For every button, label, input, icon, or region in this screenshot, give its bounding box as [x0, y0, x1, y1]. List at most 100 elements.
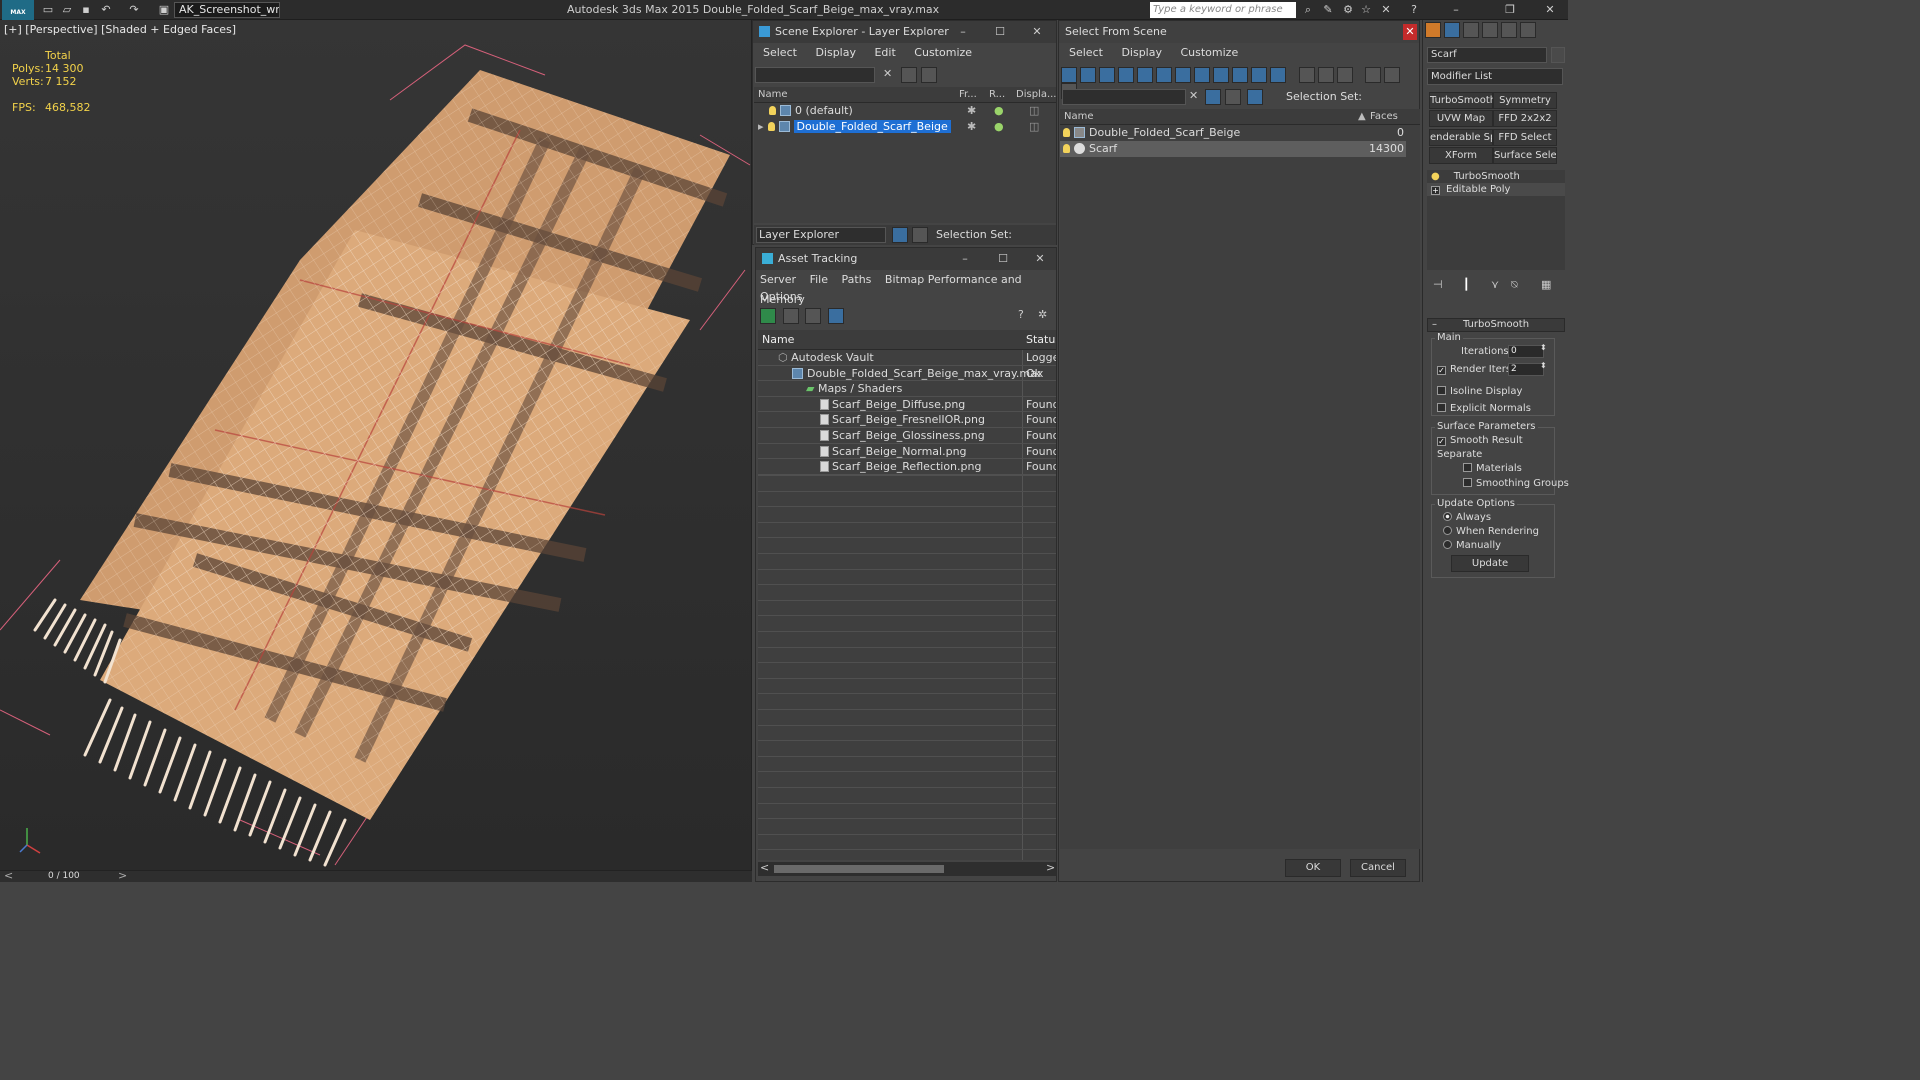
display-tab-icon[interactable]	[1501, 22, 1517, 38]
close-x-icon[interactable]: ✕	[1378, 2, 1394, 18]
always-radio[interactable]	[1443, 512, 1452, 521]
menu-customize[interactable]: Customize	[914, 46, 972, 59]
asset-row-vault[interactable]: ⬡ Autodesk Vault Logged	[758, 350, 1056, 366]
ffd-2x2x2-button[interactable]: FFD 2x2x2	[1493, 110, 1557, 127]
minimize-icon[interactable]: –	[952, 21, 974, 43]
frozen-filter-icon[interactable]	[1251, 67, 1267, 83]
xform-button[interactable]: XForm	[1429, 147, 1493, 164]
manually-radio[interactable]	[1443, 540, 1452, 549]
select-from-scene-titlebar[interactable]: Select From Scene ✕	[1059, 21, 1419, 43]
layer-row-default[interactable]: 0 (default) ✱ ● ◫	[754, 103, 1056, 119]
materials-checkbox[interactable]	[1463, 463, 1472, 472]
modify-tab-icon[interactable]	[1444, 22, 1460, 38]
layer-row-scarf[interactable]: ▸ Double_Folded_Scarf_Beige ✱ ● ◫	[754, 119, 1056, 135]
display-icon[interactable]: ◫	[1029, 119, 1039, 135]
layers-icon[interactable]	[1225, 89, 1241, 105]
visibility-bulb-icon[interactable]	[1063, 144, 1070, 153]
collapse-minus-icon[interactable]: –	[1432, 319, 1437, 331]
freeze-snowflake-icon[interactable]: ✱	[967, 119, 976, 135]
new-file-icon[interactable]: ▭	[40, 2, 56, 18]
minimize-icon[interactable]: –	[954, 248, 976, 270]
close-icon[interactable]: ✕	[1026, 21, 1048, 43]
render-teapot-icon[interactable]: ●	[994, 119, 1004, 135]
hierarchy-icon[interactable]	[1247, 89, 1263, 105]
close-icon[interactable]: ✕	[1029, 248, 1051, 270]
spinner-arrows-icon[interactable]: ⬍	[1540, 343, 1547, 352]
perspective-viewport[interactable]: [+] [Perspective] [Shaded + Edged Faces]…	[0, 20, 752, 870]
xrefs-filter-icon[interactable]	[1194, 67, 1210, 83]
maximize-icon[interactable]: ☐	[989, 21, 1011, 43]
geometry-filter-icon[interactable]	[1061, 67, 1077, 83]
col-faces[interactable]: Faces	[1370, 109, 1398, 125]
groups-filter-icon[interactable]	[1175, 67, 1191, 83]
menu-options[interactable]: Options	[760, 290, 802, 303]
freeze-snowflake-icon[interactable]: ✱	[967, 103, 976, 119]
minimize-icon[interactable]: –	[1448, 2, 1464, 18]
asset-row-maxfile[interactable]: Double_Folded_Scarf_Beige_max_vray.max Ok	[758, 366, 1056, 382]
col-status[interactable]: Status	[1026, 330, 1056, 350]
visibility-bulb-icon[interactable]	[767, 122, 775, 131]
app-logo-icon[interactable]: MAX	[2, 0, 34, 20]
close-icon[interactable]: ✕	[1403, 24, 1417, 40]
menu-file[interactable]: File	[810, 273, 828, 286]
object-color-swatch[interactable]	[1551, 47, 1565, 63]
col-render[interactable]: R...	[989, 87, 1005, 103]
search-input[interactable]: Type a keyword or phrase	[1150, 2, 1296, 18]
menu-display[interactable]: Display	[1121, 46, 1162, 59]
open-file-icon[interactable]: ▱	[59, 2, 75, 18]
col-freeze[interactable]: Fr...	[959, 87, 977, 103]
configure-sets-icon[interactable]: ▦	[1541, 278, 1551, 291]
select-invert-icon[interactable]	[1336, 67, 1353, 83]
close-window-icon[interactable]: ✕	[1542, 2, 1558, 18]
scroll-left-icon[interactable]: <	[760, 861, 769, 874]
when-rendering-radio[interactable]	[1443, 526, 1452, 535]
clear-search-icon[interactable]: ✕	[883, 67, 892, 80]
asset-tracking-titlebar[interactable]: Asset Tracking – ☐ ✕	[756, 248, 1056, 270]
asset-row-diffuse[interactable]: Scarf_Beige_Diffuse.png Found	[758, 397, 1056, 413]
filter-icon[interactable]	[901, 67, 917, 83]
slider-right-arrow-icon[interactable]: >	[118, 869, 127, 882]
spinner-arrows-icon[interactable]: ⬍	[1540, 361, 1547, 370]
settings-icon[interactable]: ✲	[1038, 308, 1047, 321]
col-name[interactable]: Name	[758, 89, 788, 100]
col-name[interactable]: Name	[1064, 111, 1094, 122]
col-name[interactable]: Name	[762, 333, 794, 346]
create-tab-icon[interactable]	[1425, 22, 1441, 38]
thumbnail-view-icon[interactable]	[805, 308, 821, 324]
helpers-filter-icon[interactable]	[1137, 67, 1153, 83]
help-icon[interactable]: ?	[1406, 2, 1422, 18]
menu-paths[interactable]: Paths	[842, 273, 872, 286]
hierarchy-filter-icon[interactable]	[1384, 67, 1400, 83]
horizontal-scrollbar[interactable]: < >	[758, 861, 1056, 876]
layers-mode-icon[interactable]	[892, 227, 908, 243]
layer-tool-icon[interactable]	[921, 67, 937, 83]
modifier-bulb-icon[interactable]: ●	[1431, 171, 1440, 182]
cancel-button[interactable]: Cancel	[1350, 859, 1406, 877]
workspace-dropdown[interactable]: AK_Screenshot_wrksp	[174, 2, 280, 18]
ffd-select-button[interactable]: FFD Select	[1493, 129, 1557, 146]
visibility-bulb-icon[interactable]	[1063, 128, 1070, 137]
tools-icon[interactable]: ✎	[1320, 2, 1336, 18]
object-row-scarf[interactable]: Scarf 14300	[1060, 141, 1406, 157]
menu-select[interactable]: Select	[1069, 46, 1103, 59]
make-unique-icon[interactable]: ⋎	[1491, 278, 1499, 291]
menu-customize[interactable]: Customize	[1180, 46, 1238, 59]
display-icon[interactable]: ◫	[1029, 103, 1039, 119]
clear-find-icon[interactable]: ✕	[1189, 89, 1198, 102]
undo-icon[interactable]: ↶	[98, 2, 114, 18]
help-icon[interactable]: ?	[1018, 308, 1024, 321]
scroll-right-icon[interactable]: >	[1046, 861, 1055, 874]
uvw-map-button[interactable]: UVW Map	[1429, 110, 1493, 127]
ok-button[interactable]: OK	[1285, 859, 1341, 877]
restore-icon[interactable]: ❐	[1502, 2, 1518, 18]
maximize-icon[interactable]: ☐	[992, 248, 1014, 270]
object-row-group[interactable]: Double_Folded_Scarf_Beige 0	[1060, 125, 1420, 141]
object-name-input[interactable]: Scarf	[1427, 47, 1547, 63]
symmetry-button[interactable]: Symmetry	[1493, 92, 1557, 109]
select-all-icon[interactable]	[1298, 67, 1315, 83]
refresh-icon[interactable]	[760, 308, 776, 324]
cameras-filter-icon[interactable]	[1118, 67, 1134, 83]
asset-row-reflection[interactable]: Scarf_Beige_Reflection.png Found	[758, 459, 1056, 475]
hierarchy-tab-icon[interactable]	[1463, 22, 1479, 38]
menu-edit[interactable]: Edit	[874, 46, 895, 59]
